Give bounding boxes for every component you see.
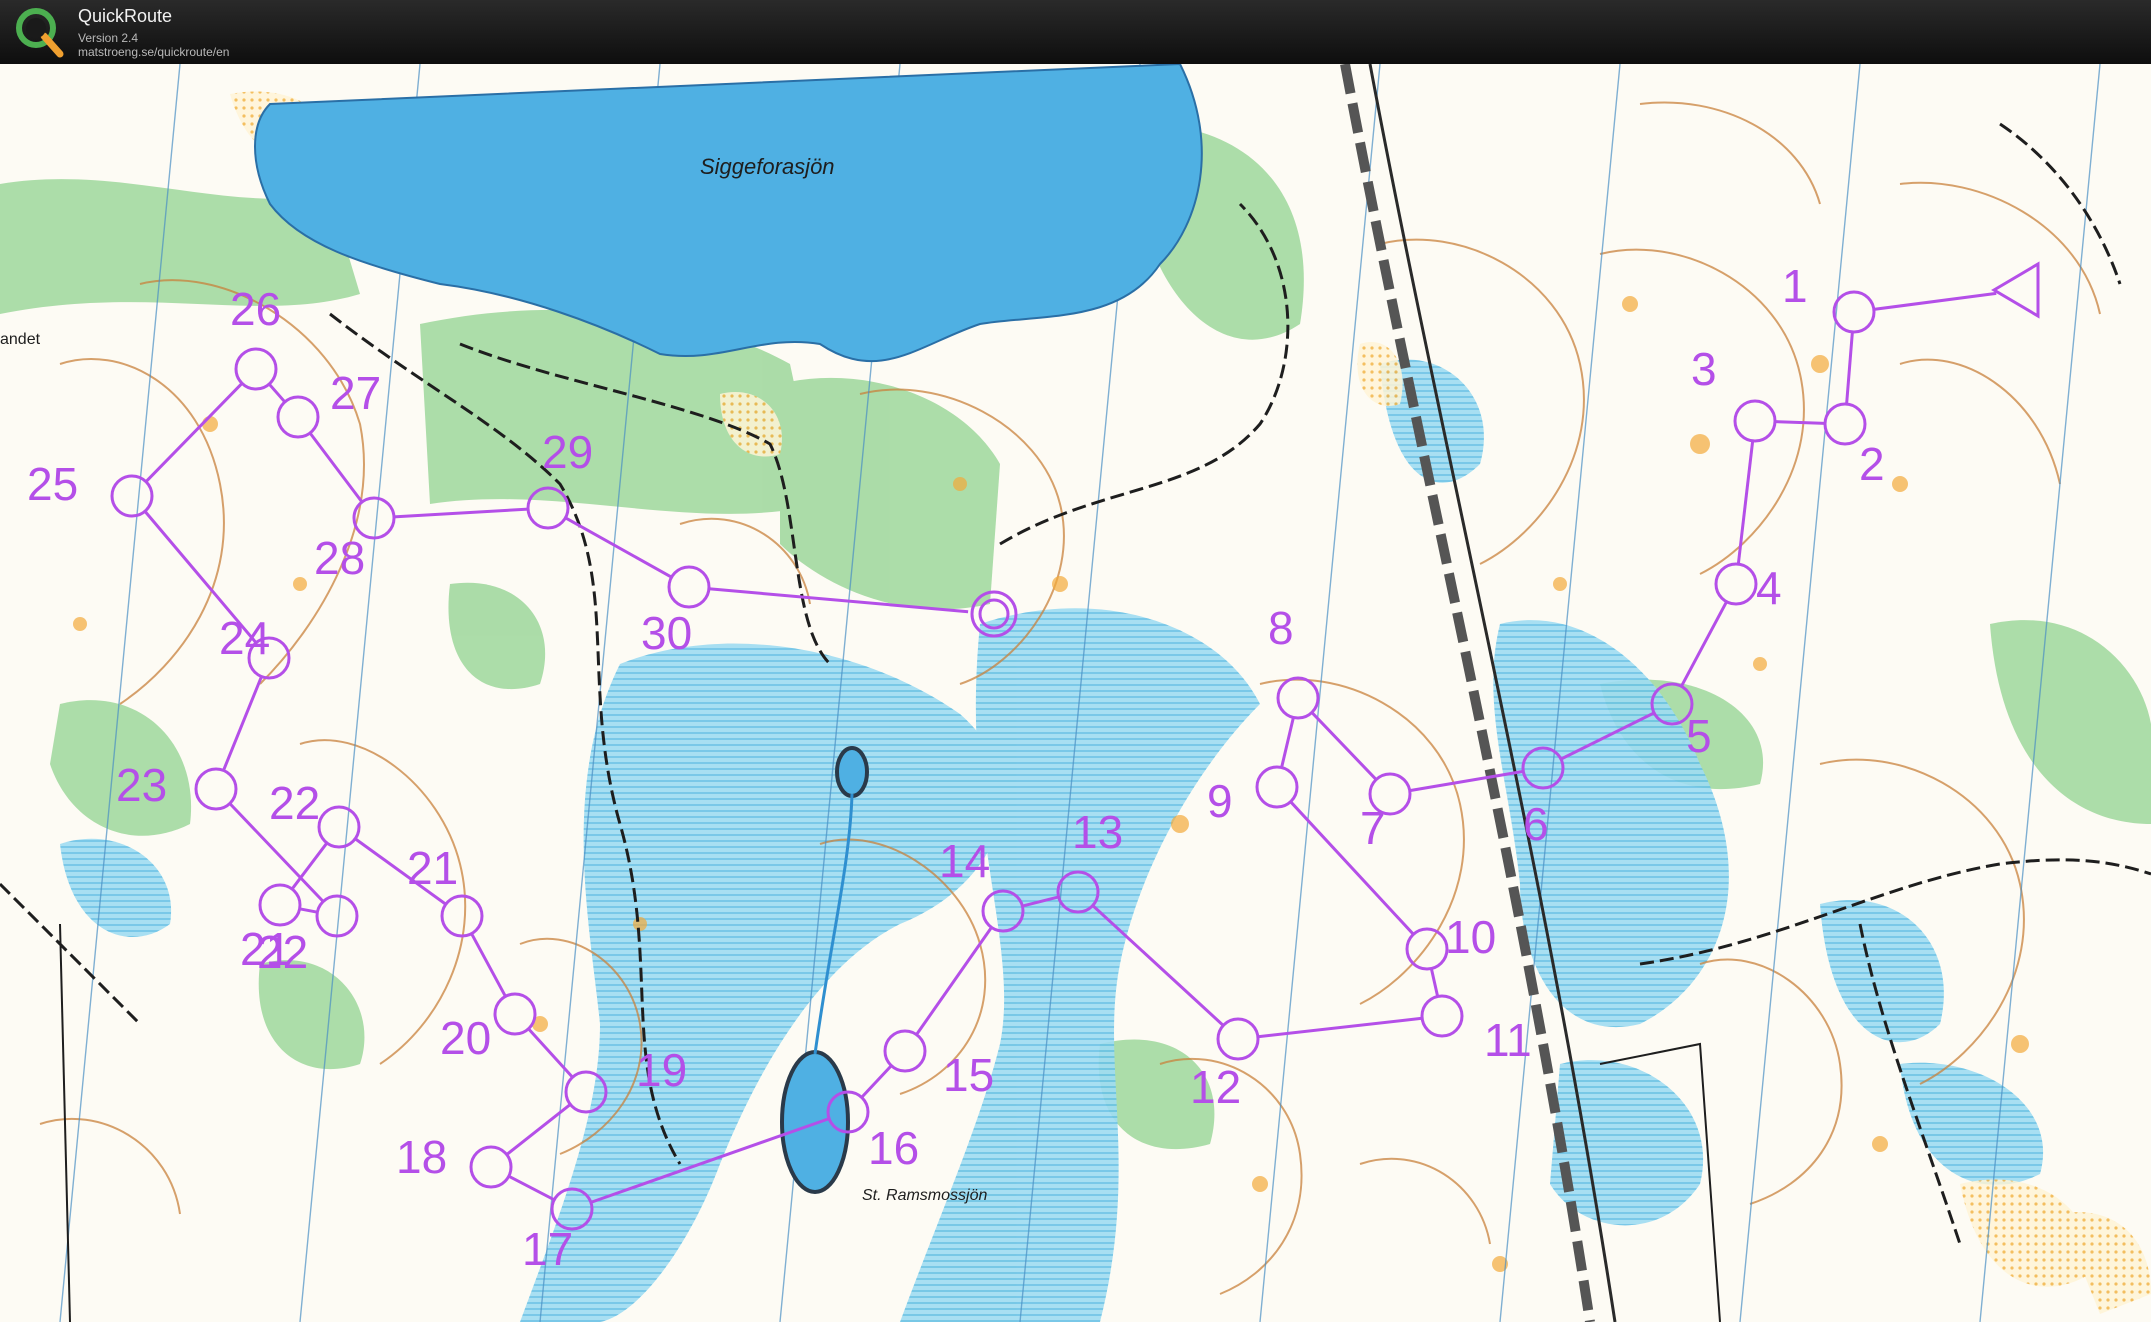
control-number: 8 bbox=[1268, 602, 1294, 654]
small-pond bbox=[835, 746, 869, 798]
control-number: 2 bbox=[1859, 438, 1885, 490]
control-number: 11 bbox=[1484, 1014, 1532, 1066]
control-number: 7 bbox=[1360, 802, 1386, 854]
course-leg bbox=[1774, 420, 1826, 425]
control-number: 5 bbox=[1686, 710, 1712, 762]
app-url[interactable]: matstroeng.se/quickroute/en bbox=[78, 45, 229, 59]
control-number: 27 bbox=[330, 367, 381, 419]
control-number: 24 bbox=[219, 612, 270, 664]
control-number: 15 bbox=[943, 1049, 994, 1101]
control-number: 12 bbox=[1190, 1061, 1241, 1113]
control-number: 14 bbox=[939, 835, 990, 887]
control-number: 22 bbox=[257, 926, 308, 978]
control-number: 28 bbox=[314, 532, 365, 584]
control-number: 22 bbox=[269, 777, 320, 829]
control-number: 26 bbox=[230, 283, 281, 335]
orienteering-map[interactable]: Siggeforasjön St. Ramsmossjön andet 1234… bbox=[0, 64, 2151, 1322]
control-number: 20 bbox=[440, 1012, 491, 1064]
place-label-west: andet bbox=[0, 331, 41, 348]
control-number: 23 bbox=[116, 759, 167, 811]
lake-label-south: St. Ramsmossjön bbox=[862, 1187, 987, 1204]
control-number: 25 bbox=[27, 458, 78, 510]
map-canvas[interactable]: Siggeforasjön St. Ramsmossjön andet 1234… bbox=[0, 64, 2151, 1322]
control-number: 29 bbox=[542, 426, 593, 478]
control-number: 1 bbox=[1782, 260, 1808, 312]
control-number: 13 bbox=[1072, 806, 1123, 858]
control-number: 9 bbox=[1207, 775, 1233, 827]
lake-st-ramsmossjon bbox=[780, 1050, 850, 1194]
app-version: Version 2.4 bbox=[78, 31, 139, 45]
control-number: 3 bbox=[1691, 343, 1717, 395]
control-number: 16 bbox=[868, 1122, 919, 1174]
quickroute-logo-icon bbox=[16, 8, 64, 58]
control-number: 21 bbox=[407, 842, 458, 894]
control-number: 30 bbox=[641, 607, 692, 659]
control-number: 19 bbox=[636, 1044, 687, 1096]
control-number: 17 bbox=[522, 1223, 573, 1275]
control-number: 4 bbox=[1756, 562, 1782, 614]
lake-label-north: Siggeforasjön bbox=[700, 154, 835, 179]
control-number: 10 bbox=[1445, 911, 1496, 963]
title-bar: QuickRoute Version 2.4 matstroeng.se/qui… bbox=[0, 0, 2151, 64]
control-number: 6 bbox=[1523, 798, 1549, 850]
control-number: 18 bbox=[396, 1131, 447, 1183]
app-title: QuickRoute bbox=[78, 6, 173, 26]
